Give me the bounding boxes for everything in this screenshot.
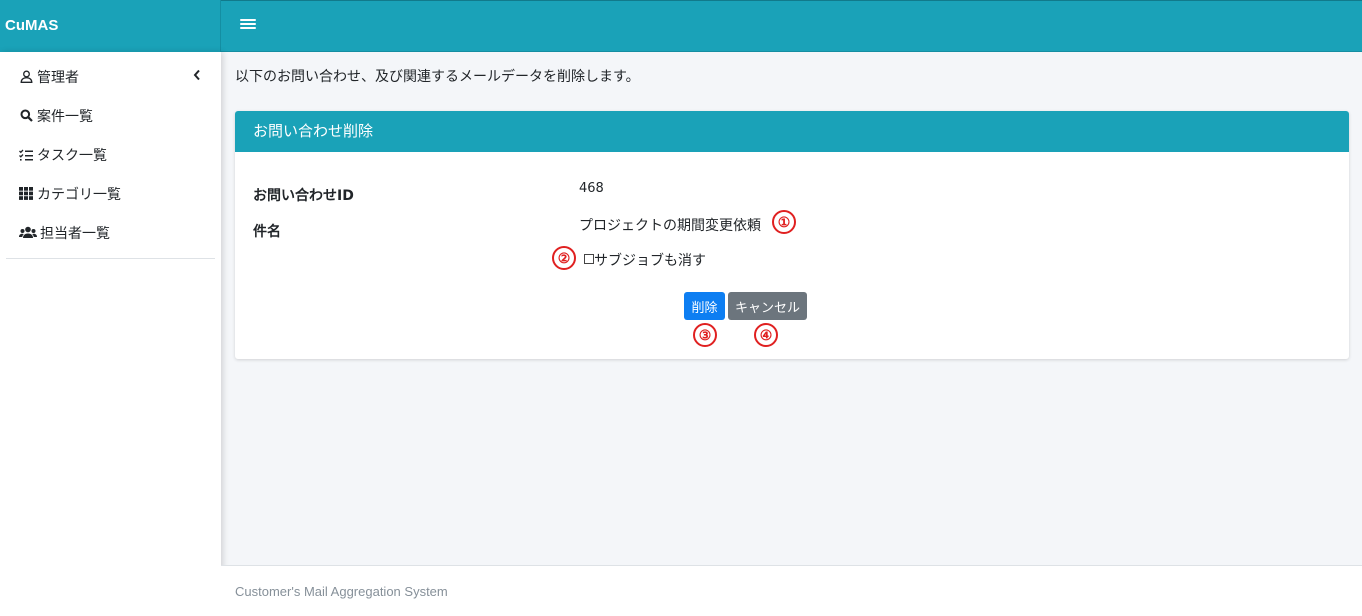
sidebar: 管理者 案件一覧 タスク一覧 カテゴリ一覧 担当者一覧 <box>0 52 221 616</box>
sidebar-item-label: 管理者 <box>37 69 79 86</box>
sidebar-item-assignees[interactable]: 担当者一覧 <box>0 213 221 252</box>
subjob-delete-checkbox[interactable] <box>584 254 594 264</box>
chevron-left-icon[interactable] <box>193 69 201 85</box>
users-icon <box>18 225 37 241</box>
annotation-marker-4: ④ <box>754 323 778 347</box>
sidebar-item-cases[interactable]: 案件一覧 <box>0 96 221 135</box>
sidebar-item-label: タスク一覧 <box>37 147 107 164</box>
annotation-marker-3: ③ <box>693 323 717 347</box>
user-icon <box>18 69 34 85</box>
sidebar-item-tasks[interactable]: タスク一覧 <box>0 135 221 174</box>
annotation-marker-2: ② <box>552 246 576 270</box>
sidebar-item-admin[interactable]: 管理者 <box>0 57 221 96</box>
sidebar-divider <box>6 258 215 259</box>
search-icon <box>18 108 34 124</box>
grid-icon <box>18 186 34 202</box>
delete-button[interactable]: 削除 <box>684 292 725 320</box>
card-title: お問い合わせ削除 <box>235 111 1349 152</box>
footer-text: Customer's Mail Aggregation System <box>235 584 448 599</box>
app-brand[interactable]: CuMAS <box>0 0 221 52</box>
inquiry-id-label: お問い合わせID <box>253 188 354 204</box>
footer: Customer's Mail Aggregation System <box>221 565 1362 616</box>
task-list-icon <box>18 147 34 163</box>
cancel-button[interactable]: キャンセル <box>728 292 807 320</box>
inquiry-delete-card: お問い合わせ削除 お問い合わせID 468 件名 プロジェクトの期間変更依頼 ①… <box>235 111 1349 359</box>
sidebar-item-categories[interactable]: カテゴリ一覧 <box>0 174 221 213</box>
inquiry-id-value: 468 <box>579 181 604 196</box>
menu-toggle-icon[interactable] <box>240 17 256 33</box>
subjob-delete-label[interactable]: サブジョブも消す <box>594 250 706 270</box>
sidebar-item-label: 担当者一覧 <box>40 225 110 242</box>
delete-notice: 以下のお問い合わせ、及び関連するメールデータを削除します。 <box>235 69 640 85</box>
annotation-marker-1: ① <box>772 210 796 234</box>
subject-value: プロジェクトの期間変更依頼 <box>579 218 761 234</box>
sidebar-item-label: 案件一覧 <box>37 108 93 125</box>
subject-label: 件名 <box>253 224 281 240</box>
sidebar-item-label: カテゴリ一覧 <box>37 186 121 203</box>
